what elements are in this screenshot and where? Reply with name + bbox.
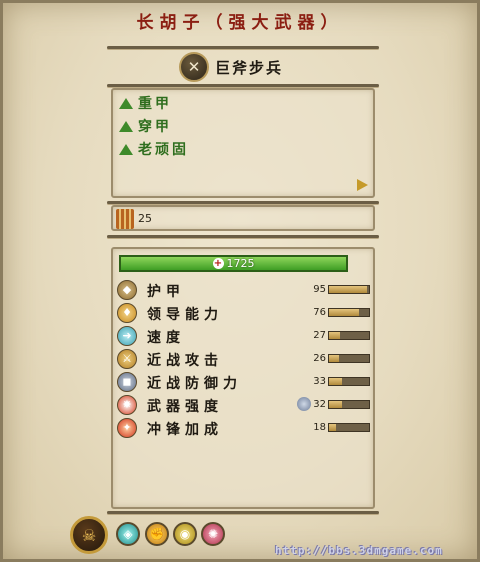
stat-row-charge-bonus[interactable]: ✦ 冲锋加成 18 — [117, 417, 370, 439]
ammo-icon — [116, 209, 134, 229]
stat-bar-fill — [329, 378, 343, 385]
unit-divider — [107, 84, 379, 87]
trait-item[interactable]: 重甲 — [119, 93, 172, 113]
stat-label: 武器强度 — [147, 399, 223, 415]
stat-bar — [328, 423, 370, 432]
stat-value: 95 — [313, 284, 326, 295]
stat-bar-fill — [329, 309, 360, 316]
trait-label: 老顽固 — [138, 142, 189, 158]
stat-bar — [328, 331, 370, 340]
trait-item[interactable]: 穿甲 — [119, 116, 172, 136]
ammo-value: 25 — [138, 212, 152, 225]
stat-bar — [328, 354, 370, 363]
stat-value: 32 — [313, 399, 326, 410]
ability-shield-icon[interactable]: ◈ — [116, 522, 140, 546]
axe-icon: ✕ — [179, 52, 209, 82]
stat-label: 冲锋加成 — [147, 422, 223, 438]
stat-bar-fill — [329, 355, 340, 362]
melee-defense-icon: ◼ — [117, 372, 137, 392]
stat-row-leadership[interactable]: ♦ 领导能力 76 — [117, 302, 370, 324]
green-triangle-icon — [119, 143, 133, 155]
stat-bar — [328, 377, 370, 386]
stat-bar-fill — [329, 401, 342, 408]
traits-divider — [107, 201, 379, 204]
armor-icon: ◆ — [117, 280, 137, 300]
trait-label: 重甲 — [138, 96, 172, 112]
stat-value: 18 — [313, 422, 326, 433]
ammo-divider — [107, 235, 379, 238]
ability-rune-icon[interactable]: ✺ — [201, 522, 225, 546]
stat-row-armor[interactable]: ◆ 护甲 95 — [117, 279, 370, 301]
unit-card: 长胡子（强大武器） ✕ 巨斧步兵 重甲 穿甲 老顽固 25 + 1725 ◆ 护… — [0, 0, 480, 562]
stat-value: 33 — [313, 376, 326, 387]
weapon-strength-icon: ✸ — [117, 395, 137, 415]
stat-bar-fill — [329, 424, 337, 431]
stat-bar — [328, 400, 370, 409]
faction-emblem-icon[interactable]: ☠ — [70, 516, 108, 554]
stat-row-speed[interactable]: ➜ 速度 27 — [117, 325, 370, 347]
unit-type-row: ✕ 巨斧步兵 — [179, 52, 283, 82]
stat-label: 领导能力 — [147, 307, 223, 323]
health-plus-icon: + — [212, 258, 224, 269]
expand-arrow-icon[interactable] — [357, 179, 368, 191]
bottom-divider — [107, 511, 379, 514]
health-value: 1725 — [226, 257, 255, 270]
stat-row-melee-attack[interactable]: ⚔ 近战攻击 26 — [117, 348, 370, 370]
stat-label: 护甲 — [147, 284, 185, 300]
stat-label: 近战攻击 — [147, 353, 223, 369]
trait-item[interactable]: 老顽固 — [119, 139, 189, 159]
stat-row-weapon-strength[interactable]: ✸ 武器强度 32 — [117, 394, 370, 416]
ability-eye-icon[interactable]: ◉ — [173, 522, 197, 546]
speed-icon: ➜ — [117, 326, 137, 346]
stat-bar-fill — [329, 332, 340, 339]
watermark-text: http://bbs.3dmgame.com — [275, 544, 443, 557]
unit-type-name: 巨斧步兵 — [215, 58, 284, 77]
stat-label: 速度 — [147, 330, 185, 346]
stat-value: 27 — [313, 330, 326, 341]
melee-attack-icon: ⚔ — [117, 349, 137, 369]
green-triangle-icon — [119, 97, 133, 109]
stat-bar — [328, 308, 370, 317]
stat-row-melee-defense[interactable]: ◼ 近战防御力 33 — [117, 371, 370, 393]
unit-title: 长胡子（强大武器） — [136, 13, 344, 33]
ability-fist-icon[interactable]: ✊ — [145, 522, 169, 546]
green-triangle-icon — [119, 120, 133, 132]
stat-value: 26 — [313, 353, 326, 364]
title-divider — [107, 46, 379, 49]
leadership-icon: ♦ — [117, 303, 137, 323]
trait-label: 穿甲 — [138, 119, 172, 135]
stat-value: 76 — [313, 307, 326, 318]
armor-piercing-bonus-icon — [297, 397, 311, 411]
charge-bonus-icon: ✦ — [117, 418, 137, 438]
stat-bar — [328, 285, 370, 294]
stat-bar-fill — [329, 286, 367, 293]
health-bar: + 1725 — [119, 255, 348, 272]
stat-label: 近战防御力 — [147, 376, 242, 392]
